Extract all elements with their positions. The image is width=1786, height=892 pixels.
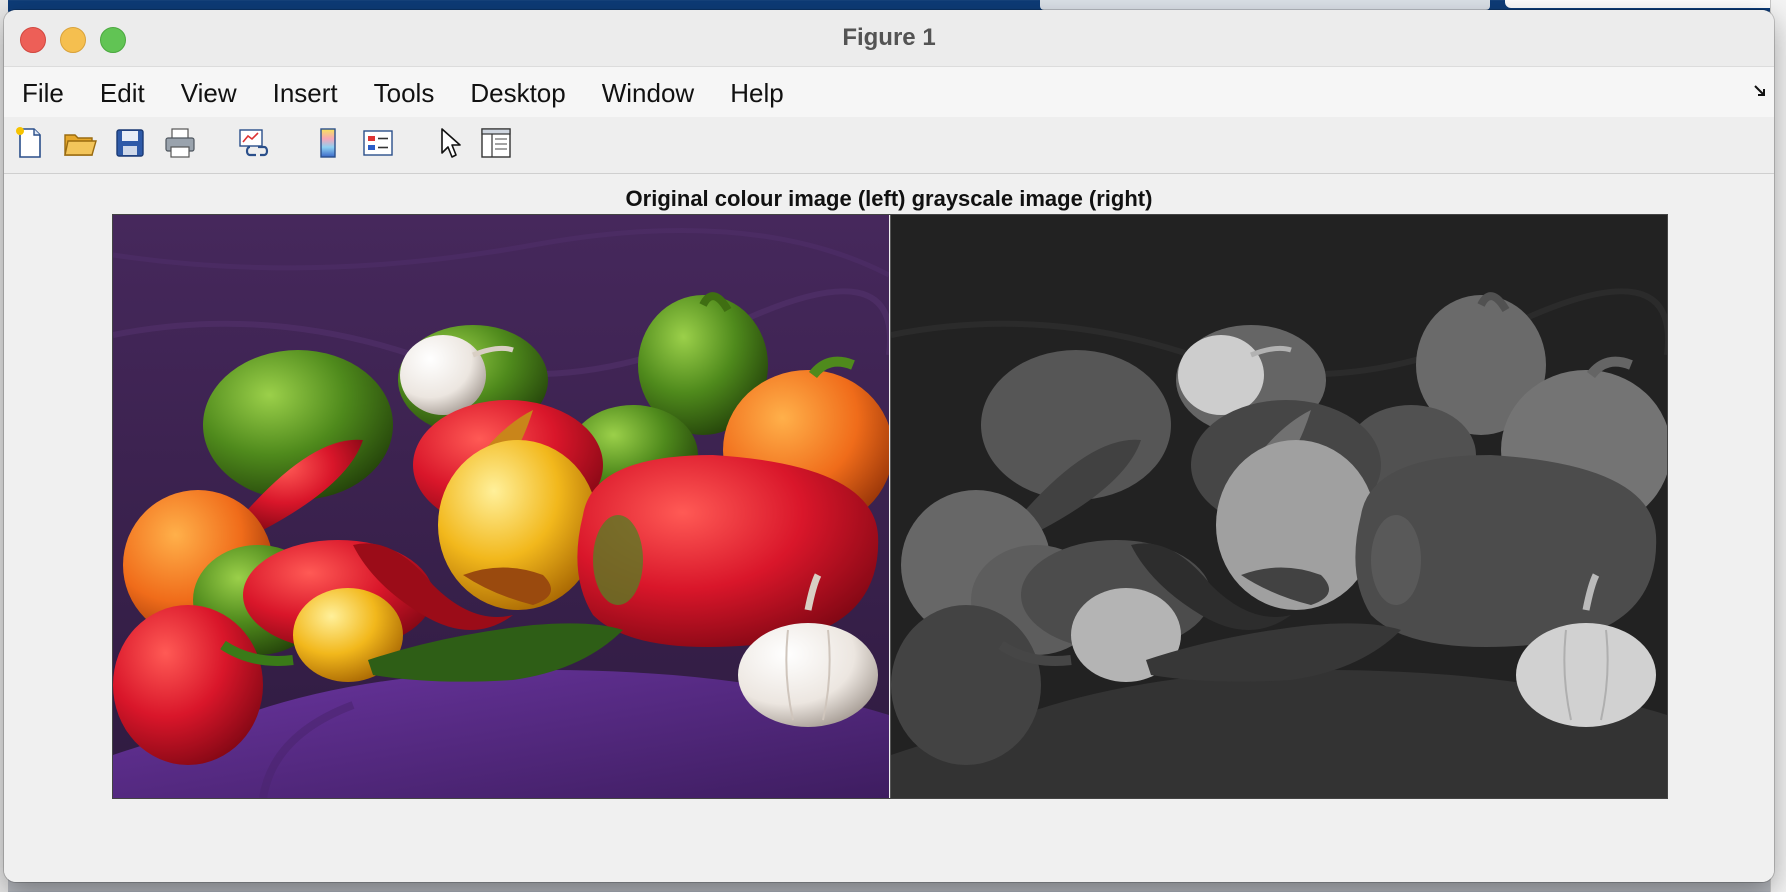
menu-tools[interactable]: Tools [374,67,435,117]
property-inspector-icon[interactable] [478,125,514,161]
figure-window: Figure 1 File Edit View Insert Tools Des… [4,10,1774,882]
menu-edit[interactable]: Edit [100,67,145,117]
original-colour-image [113,215,894,798]
edit-plot-arrow-icon[interactable] [432,125,468,161]
menu-items: File Edit View Insert Tools Desktop Wind… [4,67,892,118]
insert-legend-icon[interactable] [360,125,396,161]
menu-window[interactable]: Window [602,67,694,117]
dock-figure-icon[interactable] [1754,85,1768,99]
print-icon[interactable] [162,125,198,161]
figure-title: Original colour image (left) grayscale i… [625,186,1153,211]
window-title: Figure 1 [842,24,936,51]
menu-view[interactable]: View [181,67,237,117]
figure-axes-area: Original colour image (left) grayscale i… [4,174,1774,882]
figure-toolbar [4,117,1774,174]
background-search-strip [1505,0,1786,8]
title-bar[interactable]: Figure 1 [4,10,1774,66]
insert-colorbar-icon[interactable] [310,125,346,161]
menu-desktop[interactable]: Desktop [470,67,565,117]
menu-bar: File Edit View Insert Tools Desktop Wind… [4,66,1774,118]
save-icon[interactable] [112,125,148,161]
link-plot-icon[interactable] [236,125,272,161]
menu-file[interactable]: File [22,67,64,117]
menu-insert[interactable]: Insert [273,67,338,117]
new-figure-icon[interactable] [12,125,48,161]
background-toolbar-strip [1040,0,1490,10]
open-file-icon[interactable] [62,125,98,161]
menu-help[interactable]: Help [730,67,783,117]
grayscale-image [890,215,1667,798]
image-axes[interactable] [112,214,1668,799]
